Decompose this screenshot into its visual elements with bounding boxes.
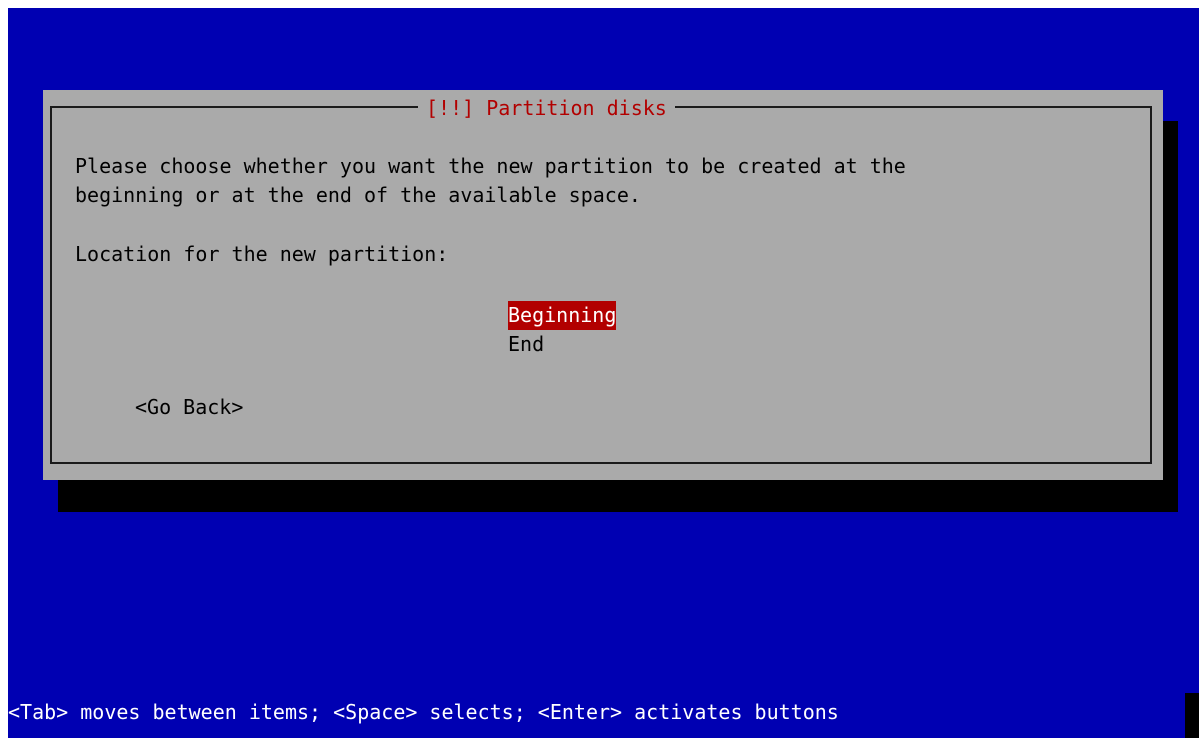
keyboard-help-text: <Tab> moves between items; <Space> selec…: [8, 700, 839, 724]
dialog-title: [!!] Partition disks: [418, 94, 675, 123]
dialog-description: Please choose whether you want the new p…: [75, 152, 906, 210]
option-beginning[interactable]: Beginning: [508, 301, 617, 330]
location-prompt: Location for the new partition:: [75, 242, 449, 266]
go-back-button[interactable]: <Go Back>: [135, 393, 243, 422]
description-line-2: beginning or at the end of the available…: [75, 183, 641, 207]
terminal-cursor: [1185, 693, 1199, 738]
partition-dialog: [!!] Partition disks Please choose wheth…: [43, 90, 1163, 480]
option-row-beginning: Beginning: [508, 301, 617, 330]
option-end[interactable]: End: [508, 330, 616, 359]
location-options-list: Beginning End: [508, 301, 617, 359]
description-line-1: Please choose whether you want the new p…: [75, 154, 906, 178]
installer-screen: [!!] Partition disks Please choose wheth…: [8, 8, 1199, 738]
